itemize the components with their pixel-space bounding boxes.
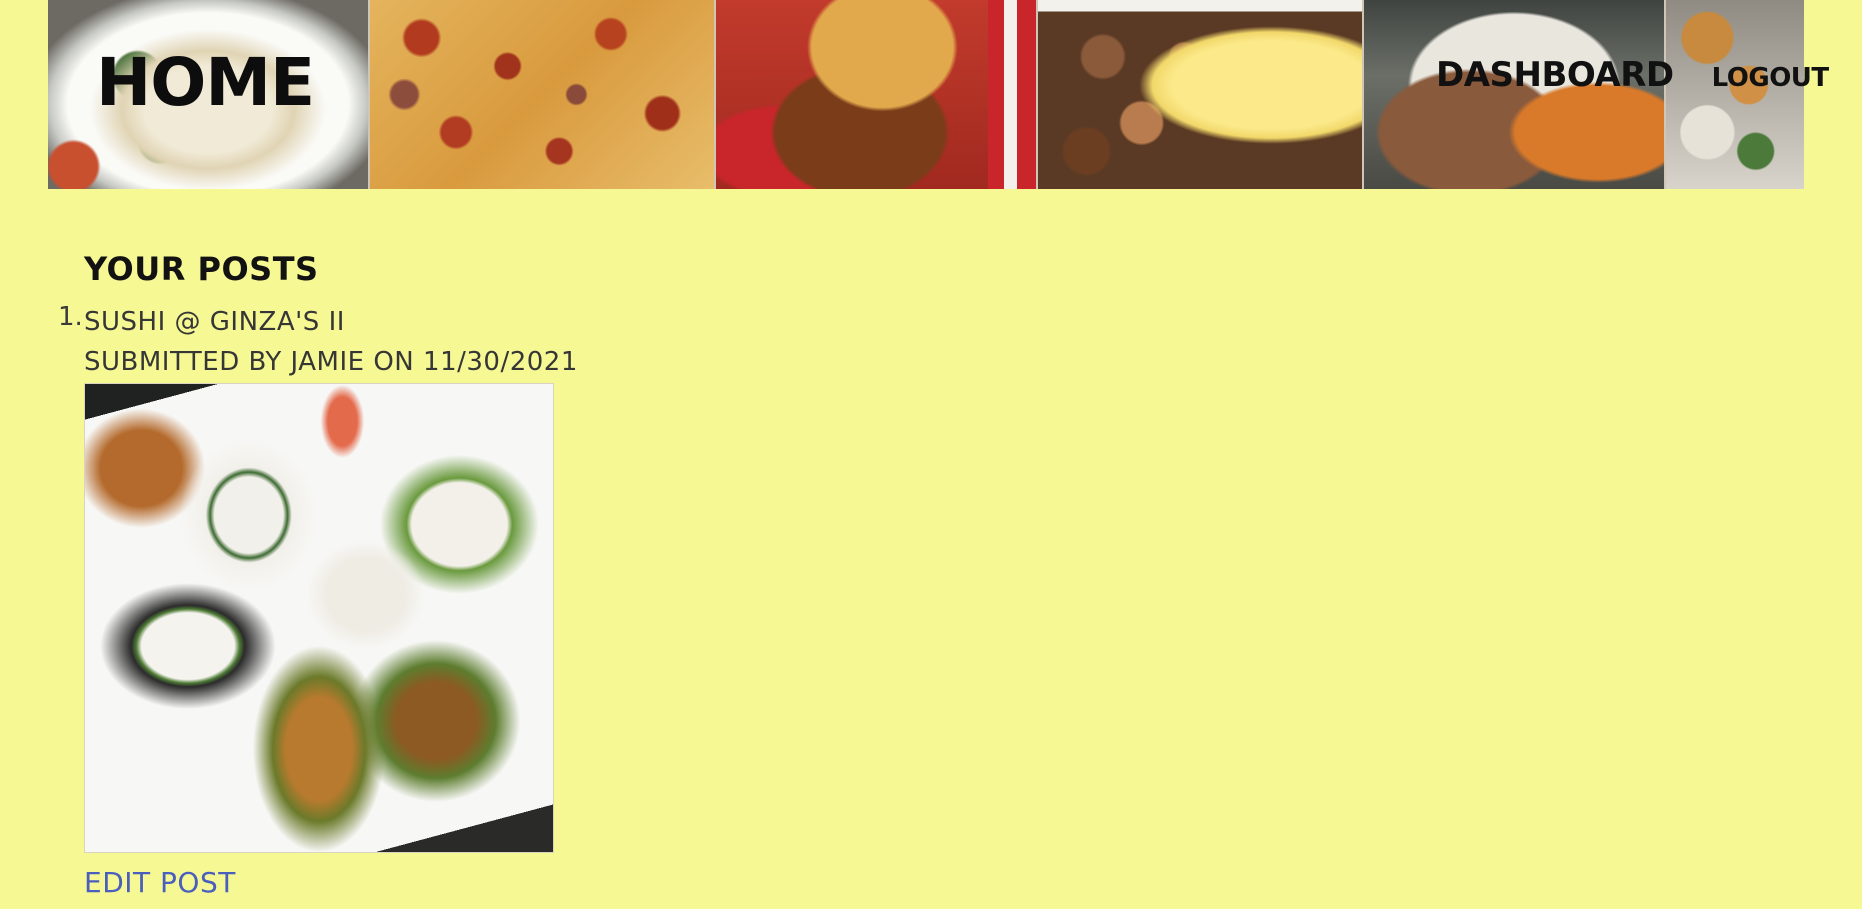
home-link[interactable]: HOME — [96, 50, 315, 116]
sushi-photo — [1664, 0, 1804, 189]
post-list: 1. SUSHI @ GINZA'S II SUBMITTED BY JAMIE… — [58, 302, 578, 903]
section-title: YOUR POSTS — [84, 250, 319, 288]
post-meta: SUBMITTED BY JAMIE ON 11/30/2021 — [84, 347, 578, 377]
page: HOME DASHBOARD LOGOUT YOUR POSTS 1. SUSH… — [0, 0, 1862, 909]
post-item: 1. SUSHI @ GINZA'S II SUBMITTED BY JAMIE… — [58, 302, 578, 903]
post-number: 1. — [58, 302, 83, 332]
burger-photo — [714, 0, 1036, 189]
edit-post-link[interactable]: EDIT POST — [84, 863, 236, 903]
pizza-photo — [368, 0, 714, 189]
main-nav: DASHBOARD LOGOUT — [1436, 58, 1829, 92]
breakfast-photo — [1036, 0, 1362, 189]
logout-link[interactable]: LOGOUT — [1712, 65, 1830, 91]
post-title: SUSHI @ GINZA'S II — [84, 307, 345, 337]
sushi-platter-photo — [84, 383, 554, 853]
dashboard-link[interactable]: DASHBOARD — [1436, 58, 1674, 92]
